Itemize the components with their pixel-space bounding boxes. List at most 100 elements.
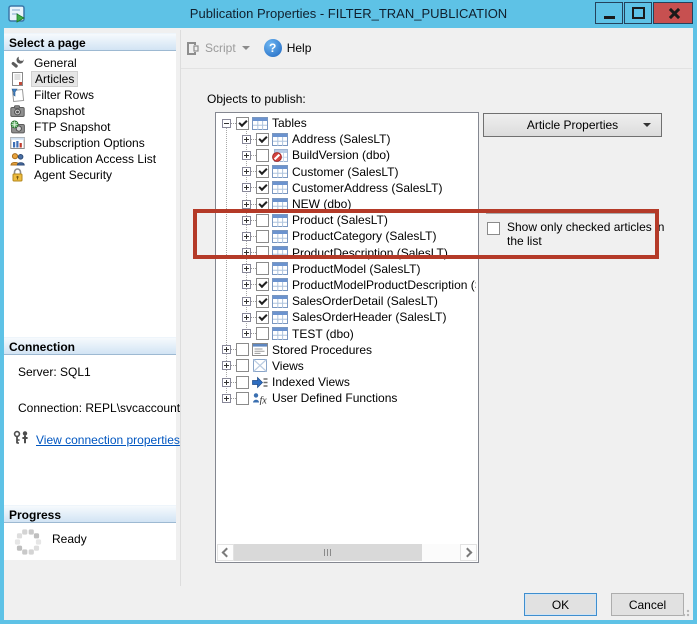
table-icon <box>272 181 288 194</box>
tree-row-new-dbo[interactable]: NEW (dbo) <box>218 196 476 212</box>
tree-checkbox[interactable] <box>256 262 269 275</box>
sidebar-item-agent-security[interactable]: Agent Security <box>4 167 176 183</box>
sidebar-item-label: Publication Access List <box>31 152 159 166</box>
expand-icon[interactable] <box>242 200 251 209</box>
scrollbar-track[interactable] <box>234 544 460 561</box>
select-a-page-header: Select a page <box>4 33 176 51</box>
progress-spinner-icon <box>12 526 44 561</box>
help-button[interactable]: ? Help <box>264 39 312 57</box>
expand-icon[interactable] <box>222 361 231 370</box>
expand-icon[interactable] <box>242 248 251 257</box>
maximize-button[interactable] <box>624 2 652 24</box>
minimize-button[interactable] <box>595 2 623 24</box>
chart-icon <box>10 136 25 150</box>
expand-icon[interactable] <box>242 297 251 306</box>
tree-item-label: BuildVersion (dbo) <box>292 148 390 162</box>
tree-row-address-saleslt[interactable]: Address (SalesLT) <box>218 131 476 147</box>
expand-icon[interactable] <box>222 394 231 403</box>
tree-checkbox[interactable] <box>236 392 249 405</box>
show-only-checked-articles-checkbox[interactable] <box>487 222 500 235</box>
tree-checkbox[interactable] <box>256 311 269 324</box>
resize-grip[interactable] <box>680 607 690 617</box>
tree-checkbox[interactable] <box>256 230 269 243</box>
close-button[interactable] <box>653 2 693 24</box>
tree-checkbox[interactable] <box>256 327 269 340</box>
tree-checkbox[interactable] <box>236 117 249 130</box>
tree-checkbox[interactable] <box>256 278 269 291</box>
article-properties-button[interactable]: Article Properties <box>483 113 662 137</box>
tree-checkbox[interactable] <box>256 295 269 308</box>
expand-icon[interactable] <box>242 232 251 241</box>
expand-icon[interactable] <box>242 151 251 160</box>
expand-icon[interactable] <box>242 183 251 192</box>
sidebar-item-snapshot[interactable]: Snapshot <box>4 103 176 119</box>
tree-item-label: Stored Procedures <box>272 343 372 357</box>
views-icon <box>252 359 268 372</box>
scroll-left-button[interactable] <box>217 544 234 561</box>
tree-item-label: Address (SalesLT) <box>292 132 390 146</box>
scroll-right-button[interactable] <box>460 544 477 561</box>
sidebar-item-publication-access-list[interactable]: Publication Access List <box>4 151 176 167</box>
tree-row-stored-procedures[interactable]: Stored Procedures <box>218 342 476 358</box>
expand-icon[interactable] <box>242 216 251 225</box>
tree-checkbox[interactable] <box>256 246 269 259</box>
tree-row-test-dbo[interactable]: TEST (dbo) <box>218 325 476 341</box>
wrench-icon <box>10 56 25 70</box>
horizontal-scrollbar[interactable] <box>217 544 477 561</box>
show-only-checked-articles-row: Show only checked articles in the list <box>487 220 677 248</box>
sidebar-item-filter-rows[interactable]: Filter Rows <box>4 87 176 103</box>
tree-row-productcategory-saleslt[interactable]: ProductCategory (SalesLT) <box>218 228 476 244</box>
expand-icon[interactable] <box>242 167 251 176</box>
tree-checkbox[interactable] <box>256 181 269 194</box>
script-dropdown-icon[interactable] <box>242 46 250 50</box>
tree-row-buildversion-dbo[interactable]: BuildVersion (dbo) <box>218 147 476 163</box>
chevron-right-icon <box>463 548 473 558</box>
expand-icon[interactable] <box>222 378 231 387</box>
expand-icon[interactable] <box>242 280 251 289</box>
sidebar-item-articles[interactable]: Articles <box>4 71 176 87</box>
expand-icon[interactable] <box>242 264 251 273</box>
tree-checkbox[interactable] <box>236 359 249 372</box>
tree-row-views[interactable]: Views <box>218 358 476 374</box>
expand-icon[interactable] <box>222 345 231 354</box>
tree-checkbox[interactable] <box>256 133 269 146</box>
table-icon <box>272 246 288 259</box>
tree-row-productmodel-saleslt[interactable]: ProductModel (SalesLT) <box>218 261 476 277</box>
tree-row-indexed-views[interactable]: Indexed Views <box>218 374 476 390</box>
tree-row-user-defined-functions[interactable]: fx User Defined Functions <box>218 390 476 406</box>
tree-item-label: User Defined Functions <box>272 391 397 405</box>
scrollbar-thumb[interactable] <box>234 544 422 561</box>
tree-checkbox[interactable] <box>256 198 269 211</box>
sidebar-item-subscription-options[interactable]: Subscription Options <box>4 135 176 151</box>
tree-row-customeraddress-saleslt[interactable]: CustomerAddress (SalesLT) <box>218 180 476 196</box>
expand-icon[interactable] <box>242 313 251 322</box>
tree-row-salesorderheader-saleslt[interactable]: SalesOrderHeader (SalesLT) <box>218 309 476 325</box>
filter-icon <box>10 88 25 102</box>
tree-checkbox[interactable] <box>256 165 269 178</box>
page-list-pane: GeneralArticlesFilter RowsSnapshotFTP Sn… <box>4 51 176 337</box>
svg-text:fx: fx <box>260 395 268 405</box>
sidebar-main-divider <box>180 30 181 586</box>
ok-button[interactable]: OK <box>524 593 597 616</box>
tree-row-productmodelproductdescription-sales[interactable]: ProductModelProductDescription (Sales <box>218 277 476 293</box>
tree-checkbox[interactable] <box>256 214 269 227</box>
collapse-icon[interactable] <box>222 119 231 128</box>
tree-checkbox[interactable] <box>236 343 249 356</box>
expand-icon[interactable] <box>242 135 251 144</box>
tree-row-product-saleslt[interactable]: Product (SalesLT) <box>218 212 476 228</box>
script-button[interactable]: Script <box>205 41 236 55</box>
tree-row-tables[interactable]: Tables <box>218 115 476 131</box>
sidebar-item-general[interactable]: General <box>4 55 176 71</box>
tree-row-customer-saleslt[interactable]: Customer (SalesLT) <box>218 164 476 180</box>
tree-row-productdescription-saleslt[interactable]: ProductDescription (SalesLT) <box>218 245 476 261</box>
tree-item-label: SalesOrderHeader (SalesLT) <box>292 310 447 324</box>
tree-checkbox[interactable] <box>236 376 249 389</box>
cancel-button[interactable]: Cancel <box>611 593 684 616</box>
sidebar-item-ftp-snapshot[interactable]: FTP Snapshot <box>4 119 176 135</box>
tree-row-salesorderdetail-saleslt[interactable]: SalesOrderDetail (SalesLT) <box>218 293 476 309</box>
tree-checkbox[interactable] <box>256 149 269 162</box>
tree-item-label: ProductModelProductDescription (Sales <box>292 278 476 292</box>
expand-icon[interactable] <box>242 329 251 338</box>
view-connection-properties-link[interactable]: View connection properties <box>36 433 180 447</box>
help-icon: ? <box>264 39 282 57</box>
